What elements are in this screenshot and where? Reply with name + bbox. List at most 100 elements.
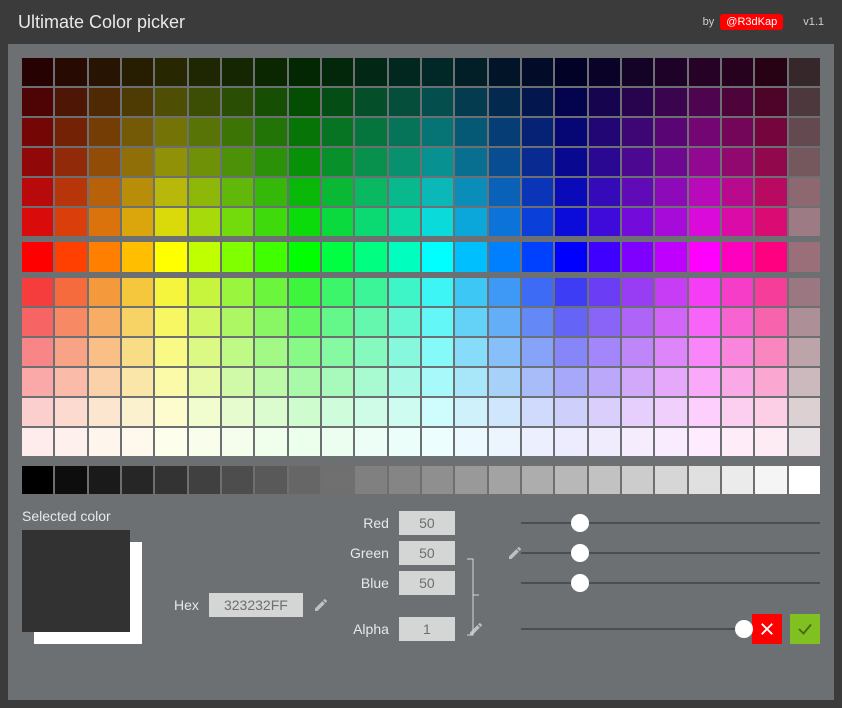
color-swatch[interactable]: [455, 58, 486, 86]
color-swatch[interactable]: [122, 338, 153, 366]
color-swatch[interactable]: [55, 428, 86, 456]
color-swatch[interactable]: [289, 368, 320, 396]
color-swatch[interactable]: [255, 278, 286, 306]
color-swatch[interactable]: [689, 58, 720, 86]
color-swatch[interactable]: [222, 278, 253, 306]
color-swatch[interactable]: [589, 368, 620, 396]
color-swatch[interactable]: [122, 398, 153, 426]
color-swatch[interactable]: [455, 208, 486, 236]
color-swatch[interactable]: [789, 58, 820, 86]
color-swatch[interactable]: [455, 308, 486, 336]
color-swatch[interactable]: [422, 118, 453, 146]
color-swatch[interactable]: [22, 368, 53, 396]
color-swatch[interactable]: [789, 208, 820, 236]
color-swatch[interactable]: [655, 242, 686, 272]
color-swatch[interactable]: [389, 208, 420, 236]
color-swatch[interactable]: [22, 178, 53, 206]
color-swatch[interactable]: [555, 242, 586, 272]
color-swatch[interactable]: [522, 368, 553, 396]
color-swatch[interactable]: [155, 148, 186, 176]
color-swatch[interactable]: [789, 368, 820, 396]
color-swatch[interactable]: [455, 466, 486, 494]
color-swatch[interactable]: [689, 88, 720, 116]
color-swatch[interactable]: [755, 178, 786, 206]
color-swatch[interactable]: [555, 278, 586, 306]
color-swatch[interactable]: [55, 368, 86, 396]
color-swatch[interactable]: [522, 428, 553, 456]
color-swatch[interactable]: [522, 178, 553, 206]
color-swatch[interactable]: [689, 242, 720, 272]
color-swatch[interactable]: [689, 208, 720, 236]
color-swatch[interactable]: [55, 148, 86, 176]
color-swatch[interactable]: [355, 88, 386, 116]
color-swatch[interactable]: [222, 88, 253, 116]
color-swatch[interactable]: [655, 368, 686, 396]
color-swatch[interactable]: [122, 148, 153, 176]
color-swatch[interactable]: [89, 118, 120, 146]
color-swatch[interactable]: [489, 58, 520, 86]
color-swatch[interactable]: [189, 88, 220, 116]
color-swatch[interactable]: [322, 208, 353, 236]
color-swatch[interactable]: [122, 308, 153, 336]
color-swatch[interactable]: [489, 428, 520, 456]
color-swatch[interactable]: [89, 428, 120, 456]
color-swatch[interactable]: [389, 338, 420, 366]
color-swatch[interactable]: [55, 278, 86, 306]
color-swatch[interactable]: [589, 178, 620, 206]
color-swatch[interactable]: [122, 242, 153, 272]
color-swatch[interactable]: [622, 278, 653, 306]
color-swatch[interactable]: [389, 398, 420, 426]
color-swatch[interactable]: [755, 398, 786, 426]
color-swatch[interactable]: [622, 208, 653, 236]
color-swatch[interactable]: [355, 242, 386, 272]
color-swatch[interactable]: [222, 58, 253, 86]
color-swatch[interactable]: [755, 58, 786, 86]
color-swatch[interactable]: [422, 368, 453, 396]
color-swatch[interactable]: [55, 398, 86, 426]
color-swatch[interactable]: [755, 466, 786, 494]
color-swatch[interactable]: [422, 208, 453, 236]
color-swatch[interactable]: [422, 338, 453, 366]
color-swatch[interactable]: [489, 88, 520, 116]
color-swatch[interactable]: [655, 278, 686, 306]
color-swatch[interactable]: [722, 148, 753, 176]
color-swatch[interactable]: [322, 308, 353, 336]
color-swatch[interactable]: [155, 308, 186, 336]
color-swatch[interactable]: [555, 118, 586, 146]
red-input[interactable]: [399, 511, 455, 535]
color-swatch[interactable]: [155, 368, 186, 396]
color-swatch[interactable]: [789, 398, 820, 426]
cancel-button[interactable]: [752, 614, 782, 644]
color-swatch[interactable]: [155, 242, 186, 272]
color-swatch[interactable]: [255, 398, 286, 426]
color-swatch[interactable]: [522, 208, 553, 236]
color-swatch[interactable]: [489, 368, 520, 396]
color-swatch[interactable]: [455, 368, 486, 396]
color-swatch[interactable]: [89, 466, 120, 494]
color-swatch[interactable]: [189, 308, 220, 336]
color-swatch[interactable]: [189, 368, 220, 396]
color-swatch[interactable]: [789, 88, 820, 116]
color-swatch[interactable]: [522, 338, 553, 366]
color-swatch[interactable]: [722, 118, 753, 146]
color-swatch[interactable]: [789, 148, 820, 176]
color-swatch[interactable]: [155, 428, 186, 456]
blue-input[interactable]: [399, 571, 455, 595]
color-swatch[interactable]: [122, 428, 153, 456]
color-swatch[interactable]: [555, 58, 586, 86]
color-swatch[interactable]: [322, 88, 353, 116]
color-swatch[interactable]: [222, 148, 253, 176]
color-swatch[interactable]: [289, 208, 320, 236]
color-swatch[interactable]: [455, 118, 486, 146]
color-swatch[interactable]: [189, 208, 220, 236]
color-swatch[interactable]: [489, 118, 520, 146]
color-swatch[interactable]: [422, 466, 453, 494]
color-swatch[interactable]: [422, 148, 453, 176]
color-swatch[interactable]: [755, 368, 786, 396]
color-swatch[interactable]: [622, 428, 653, 456]
color-swatch[interactable]: [622, 242, 653, 272]
color-swatch[interactable]: [255, 368, 286, 396]
color-swatch[interactable]: [289, 428, 320, 456]
color-swatch[interactable]: [89, 58, 120, 86]
color-swatch[interactable]: [22, 278, 53, 306]
